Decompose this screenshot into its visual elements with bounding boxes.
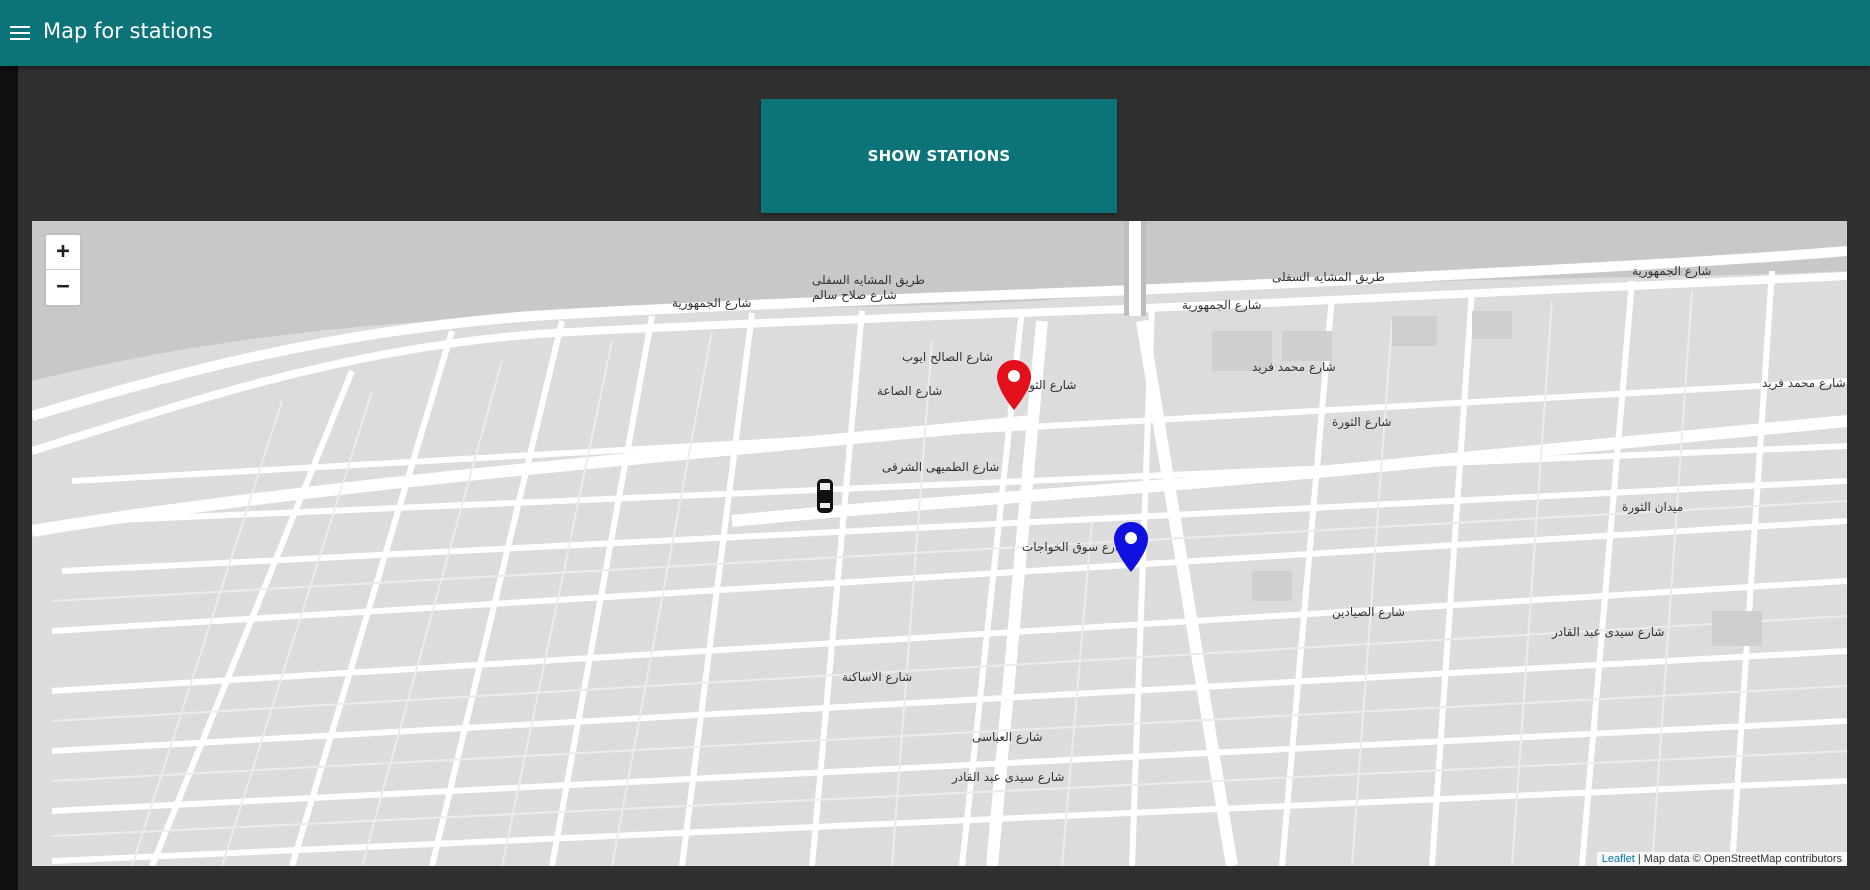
leaflet-link[interactable]: Leaflet: [1602, 853, 1635, 865]
street-label: ميدان الثورة: [1622, 500, 1683, 515]
street-label: شارع محمد فريد: [1762, 376, 1846, 391]
zoom-control: + −: [44, 233, 82, 307]
show-stations-button[interactable]: SHOW STATIONS: [761, 99, 1117, 213]
street-label: شارع الجمهورية: [1182, 298, 1261, 313]
map-attribution: Leaflet | Map data © OpenStreetMap contr…: [1596, 852, 1847, 866]
station-marker-blue-icon[interactable]: [1112, 521, 1150, 573]
street-label: شارع الاساكنة: [842, 670, 912, 685]
street-label: شارع الجمهورية: [672, 296, 751, 311]
street-label: شارع سيدى عبد القادر: [1551, 625, 1664, 640]
street-label: شارع الجمهورية: [1632, 264, 1711, 279]
street-label: شارع محمد فريد: [1252, 360, 1336, 375]
street-label: شارع الصاعة: [877, 384, 942, 399]
zoom-out-button[interactable]: −: [46, 269, 80, 304]
street-label: طريق المشايه السفلى: [1272, 270, 1385, 285]
street-label: شارع الطميهى الشرقى: [882, 460, 999, 475]
car-icon[interactable]: [814, 477, 836, 515]
street-label: طريق المشايه السفلى: [812, 273, 925, 288]
street-label: شارع الصالح ايوب: [902, 350, 993, 365]
page-title: Map for stations: [43, 19, 213, 43]
map-view[interactable]: طريق المشايه السفلى طريق المشايه السفلى …: [32, 221, 1847, 866]
street-label: شارع صلاح سالم: [812, 288, 897, 303]
attribution-text: | Map data © OpenStreetMap contributors: [1634, 853, 1842, 865]
station-marker-red-icon[interactable]: [995, 359, 1033, 411]
street-label: شارع الثورة: [1332, 415, 1391, 430]
street-label: شارع العباسى: [972, 730, 1043, 745]
street-label: شارع الصيادين: [1332, 605, 1405, 620]
app-bar: Map for stations: [0, 0, 1870, 66]
map-tiles: طريق المشايه السفلى طريق المشايه السفلى …: [32, 221, 1847, 866]
zoom-in-button[interactable]: +: [46, 235, 80, 269]
street-label: شارع سيدى عبد القادر: [951, 770, 1064, 785]
menu-icon[interactable]: [8, 19, 32, 47]
